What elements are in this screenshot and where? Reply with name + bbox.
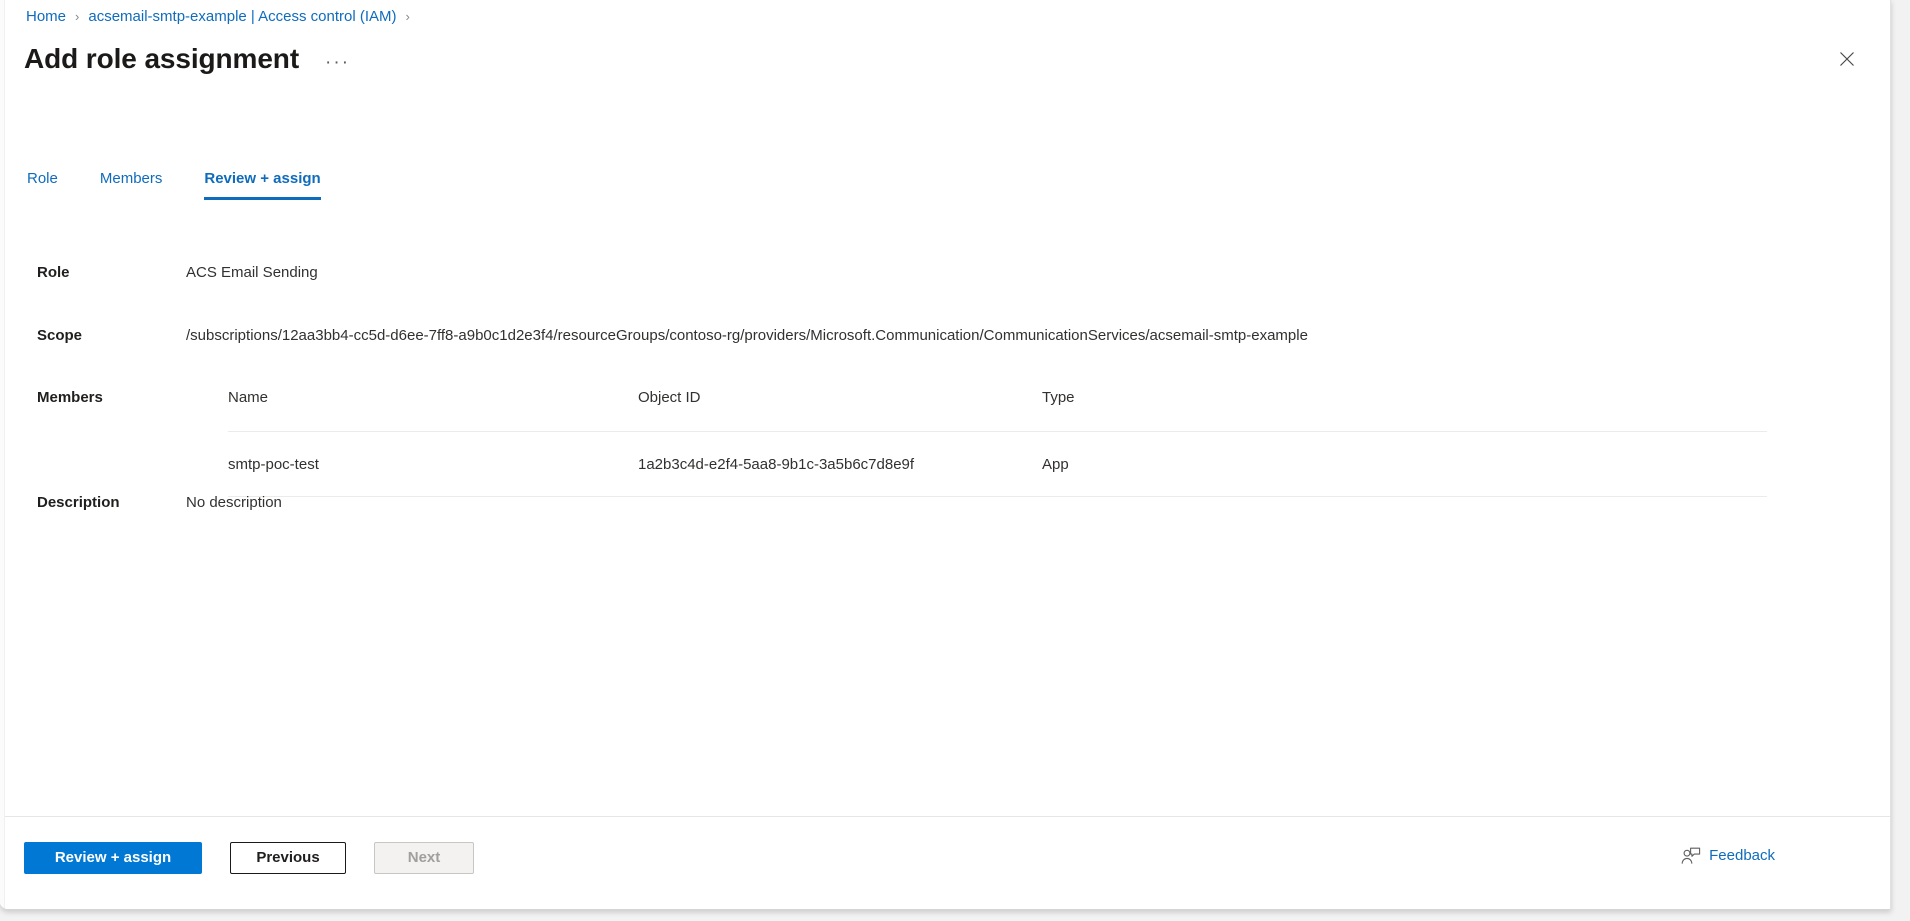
detail-row-description: Description No description [0, 492, 1890, 513]
page-title: Add role assignment [24, 43, 300, 74]
feedback-link[interactable]: Feedback [1681, 846, 1775, 866]
tab-role[interactable]: Role [27, 165, 58, 200]
table-row: smtp-poc-test 1a2b3c4d-e2f4-5aa8-9b1c-3a… [228, 431, 1767, 497]
previous-button[interactable]: Previous [230, 842, 346, 874]
cell-name: smtp-poc-test [228, 431, 638, 497]
role-label: Role [37, 264, 70, 281]
description-value: No description [186, 494, 282, 511]
column-header-name: Name [228, 387, 638, 432]
close-icon [1840, 52, 1854, 66]
cell-object-id: 1a2b3c4d-e2f4-5aa8-9b1c-3a5b6c7d8e9f [638, 431, 1042, 497]
column-header-type: Type [1042, 387, 1767, 432]
description-label: Description [37, 494, 120, 511]
detail-row-role: Role ACS Email Sending [0, 262, 1890, 283]
more-options-icon[interactable]: ··· [321, 50, 354, 76]
feedback-person-icon [1681, 847, 1701, 864]
members-table: Name Object ID Type smtp-poc-test 1a2b3c… [228, 387, 1767, 497]
title-row: Add role assignment ··· [24, 40, 354, 78]
feedback-label: Feedback [1709, 847, 1775, 864]
scope-value: /subscriptions/12aa3bb4-cc5d-d6ee-7ff8-a… [186, 327, 1308, 344]
table-header-row: Name Object ID Type [228, 387, 1767, 432]
column-header-object-id: Object ID [638, 387, 1042, 432]
next-button: Next [374, 842, 474, 874]
chevron-right-icon-trailing: › [405, 9, 410, 24]
members-label: Members [37, 389, 103, 406]
close-button[interactable] [1826, 38, 1868, 80]
detail-row-scope: Scope /subscriptions/12aa3bb4-cc5d-d6ee-… [0, 325, 1890, 346]
breadcrumb-item-resource[interactable]: acsemail-smtp-example | Access control (… [88, 7, 396, 27]
tab-members[interactable]: Members [100, 165, 163, 200]
footer-actions: Review + assign Previous Next [24, 842, 502, 874]
breadcrumb: Home › acsemail-smtp-example | Access co… [26, 7, 419, 27]
wizard-tabs: Role Members Review + assign [27, 165, 363, 200]
footer-bar: Review + assign Previous Next Feedback [5, 816, 1890, 909]
cell-type: App [1042, 431, 1767, 497]
chevron-right-icon: › [75, 9, 80, 24]
add-role-assignment-blade: Home › acsemail-smtp-example | Access co… [0, 0, 1891, 910]
scope-label: Scope [37, 327, 83, 344]
tab-review-assign[interactable]: Review + assign [204, 165, 322, 200]
role-value: ACS Email Sending [186, 264, 318, 281]
review-assign-button[interactable]: Review + assign [24, 842, 202, 874]
breadcrumb-item-home[interactable]: Home [26, 7, 66, 27]
